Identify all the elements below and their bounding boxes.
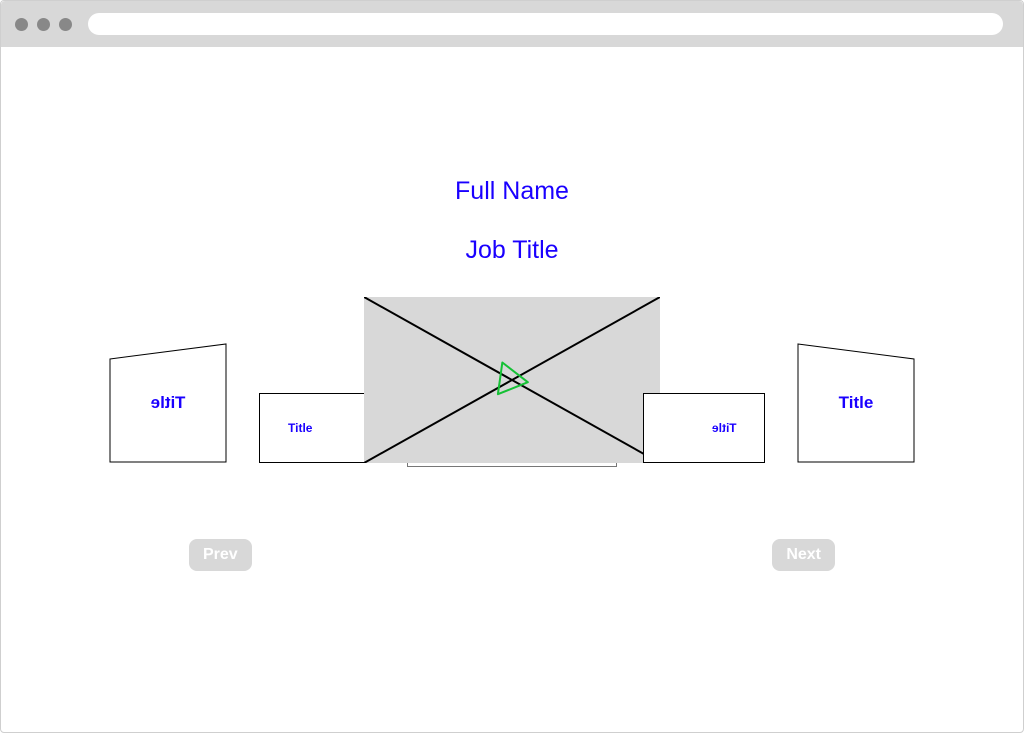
carousel-card-left[interactable]: Title	[259, 393, 381, 463]
carousel-nav: Prev Next	[1, 539, 1023, 571]
job-title: Job Title	[1, 236, 1023, 265]
window-min-dot[interactable]	[37, 18, 50, 31]
url-bar[interactable]	[88, 13, 1003, 35]
profile-header: Full Name Job Title	[1, 177, 1023, 265]
card-title: Title	[712, 421, 736, 435]
page-content: Full Name Job Title Title Title	[1, 47, 1023, 732]
play-icon	[490, 358, 534, 402]
browser-title-bar	[1, 1, 1023, 47]
window-close-dot[interactable]	[15, 18, 28, 31]
full-name: Full Name	[1, 177, 1023, 206]
card-title: Title	[288, 421, 312, 435]
card-title: Title	[839, 393, 874, 413]
carousel-center-video[interactable]	[364, 297, 660, 463]
window-max-dot[interactable]	[59, 18, 72, 31]
next-button[interactable]: Next	[772, 539, 835, 571]
window-controls	[15, 18, 72, 31]
video-carousel: Title Title Title	[1, 297, 1023, 477]
prev-button[interactable]: Prev	[189, 539, 252, 571]
card-title: Title	[151, 393, 186, 413]
video-base-line	[407, 463, 617, 467]
browser-window: Full Name Job Title Title Title	[0, 0, 1024, 733]
carousel-card-right[interactable]: Title	[643, 393, 765, 463]
carousel-card-far-right[interactable]: Title	[797, 343, 915, 463]
carousel-card-far-left[interactable]: Title	[109, 343, 227, 463]
